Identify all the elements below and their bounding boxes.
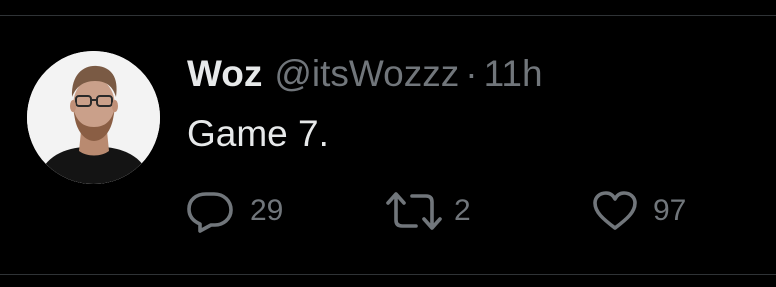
tweet-header: Woz @itsWozzz · 11h: [187, 52, 543, 96]
like-count: 97: [653, 194, 687, 227]
speech-bubble-icon: [187, 192, 233, 233]
top-divider: [0, 15, 776, 16]
reply-button[interactable]: 29: [186, 188, 283, 234]
like-button[interactable]: 97: [591, 188, 686, 234]
heart-outline-icon: [593, 191, 637, 230]
timestamp[interactable]: 11h: [484, 52, 543, 96]
avatar[interactable]: [27, 51, 160, 184]
author-name[interactable]: Woz: [187, 52, 262, 96]
separator-dot: ·: [465, 53, 478, 94]
action-bar: 29 2 97: [0, 188, 776, 234]
retweet-arrows-icon: [386, 192, 442, 230]
author-handle[interactable]: @itsWozzz: [274, 52, 459, 96]
retweet-count: 2: [454, 194, 471, 227]
retweet-button[interactable]: 2: [384, 188, 471, 234]
avatar-photo: [27, 51, 160, 184]
bottom-divider: [0, 274, 776, 275]
reply-count: 29: [250, 194, 284, 227]
tweet-text: Game 7.: [187, 113, 329, 154]
